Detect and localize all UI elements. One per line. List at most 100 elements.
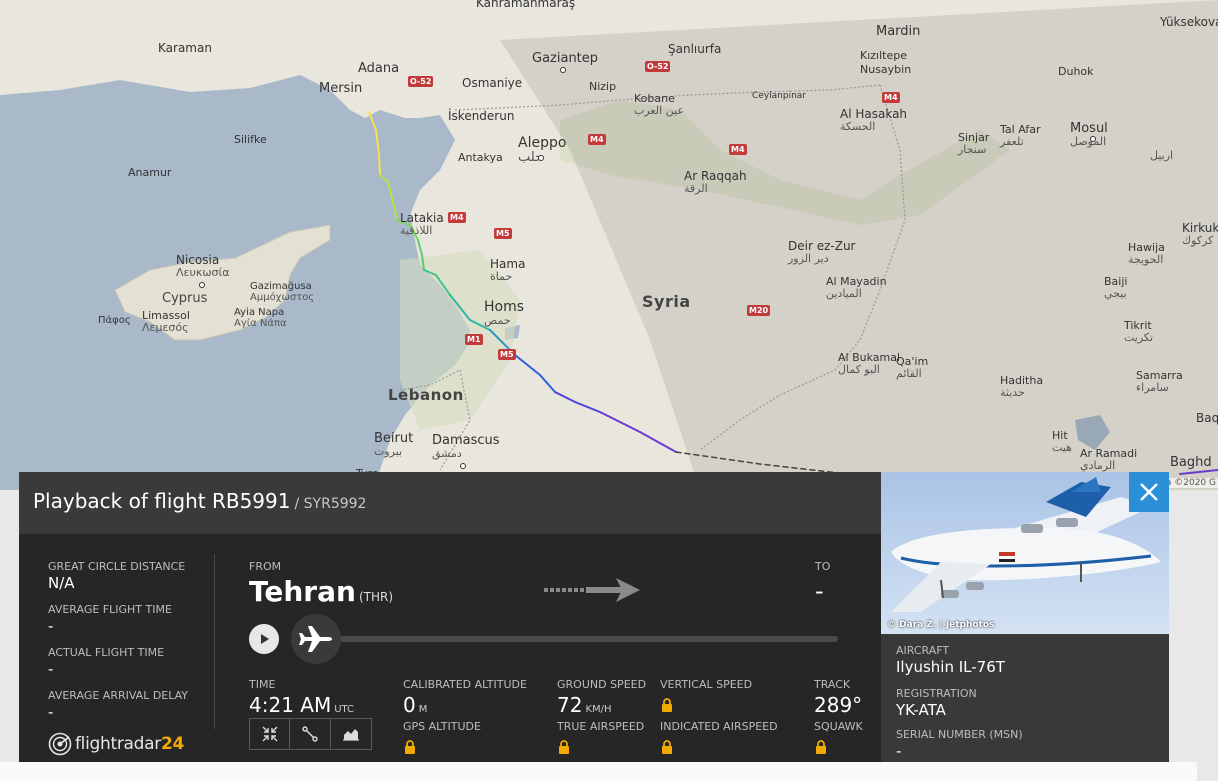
aircraft-type-value[interactable]: Ilyushin IL-76T: [896, 658, 1005, 676]
ground-speed-text: 72: [557, 693, 583, 717]
map-label-haditha-ar: حديثة: [1000, 385, 1025, 399]
map-label-latakia-ar: اللاذقية: [400, 223, 433, 237]
city-dot-nicosia: [199, 282, 205, 288]
aircraft-card: © Dara Z. | Jetphotos AIRCRAFT Ilyushin …: [881, 472, 1169, 781]
road-m4-a: M4: [588, 134, 606, 145]
map-label-gazimagusa-ar: Αμμόχωστος: [250, 291, 315, 303]
map-label-latakia: Latakia اللاذقية: [400, 212, 444, 236]
map-label-yuksekova: Yüksekova: [1160, 15, 1218, 29]
city-dot-damascus: [460, 463, 466, 469]
aircraft-illustration: [891, 477, 1161, 612]
time-label: TIME: [249, 678, 276, 691]
map-label-mosul-name: Mosul: [1070, 121, 1108, 136]
map-label-karaman: Karaman: [158, 41, 212, 55]
lock-icon[interactable]: [814, 739, 828, 758]
stat-label: AVERAGE ARRIVAL DELAY: [48, 689, 189, 702]
aircraft-type-label: AIRCRAFT: [896, 644, 950, 657]
metric-indicated-airspeed: INDICATED AIRSPEED: [660, 720, 778, 758]
ground-speed-label: GROUND SPEED: [557, 678, 647, 691]
fit-view-button[interactable]: [249, 718, 290, 750]
map-label-alhasakah-ar: الحسكة: [840, 119, 876, 133]
stat-average-flight-time: AVERAGE FLIGHT TIME -: [48, 603, 198, 646]
logo-word: flightradar: [75, 734, 161, 754]
aircraft-msn: SERIAL NUMBER (MSN) -: [896, 728, 1023, 760]
metric-time: TIME 4:21 AM UTC: [249, 678, 354, 717]
road-m4-d: M4: [448, 212, 466, 223]
airplane-icon: [299, 626, 332, 652]
map-label-mersin: Mersin: [319, 81, 363, 96]
metric-vertical-speed: VERTICAL SPEED: [660, 678, 752, 716]
lock-icon[interactable]: [660, 739, 674, 758]
road-m5-b: M5: [498, 349, 516, 360]
map-label-samarra-ar: سامراء: [1136, 380, 1169, 394]
gps-alt-label: GPS ALTITUDE: [403, 720, 481, 733]
map-label-mardin: Mardin: [876, 24, 921, 39]
route-button[interactable]: [290, 718, 331, 750]
city-dot-aleppo: [538, 155, 544, 161]
playback-progress-track[interactable]: [309, 636, 838, 642]
map-label-hawija-ar: الحويجة: [1128, 252, 1164, 266]
flightradar24-logo[interactable]: flightradar24: [48, 732, 184, 756]
play-button[interactable]: [249, 624, 279, 654]
map-label-damascus-name: Damascus: [432, 433, 500, 448]
map-label-gazimagusa: Gazimağusa Αμμόχωστος: [250, 281, 315, 303]
bottom-strip: [0, 762, 1197, 781]
flight-title: Playback of flight RB5991: [33, 489, 291, 513]
registration-label: REGISTRATION: [896, 687, 977, 700]
altitude-graph-button[interactable]: [331, 718, 372, 750]
map-label-tikrit-ar: تكريت: [1124, 330, 1154, 344]
to-city: -: [815, 577, 824, 605]
lock-icon[interactable]: [557, 739, 571, 758]
from-label: FROM: [249, 560, 282, 573]
map-label-nicosia: Nicosia Λευκωσία: [176, 254, 229, 278]
map-label-ayianapa: Ayia Napa Αγία Νάπα: [234, 307, 287, 329]
lock-icon[interactable]: [403, 739, 417, 758]
ground-speed-unit: KM/H: [585, 704, 612, 715]
aircraft-photo[interactable]: © Dara Z. | Jetphotos: [881, 472, 1169, 634]
photo-credit[interactable]: © Dara Z. | Jetphotos: [887, 620, 994, 630]
time-value: 4:21 AM UTC: [249, 693, 354, 717]
compress-icon: [262, 726, 277, 742]
map-label-damascus: Damascus دمشق: [432, 434, 500, 459]
map[interactable]: Kahramanmaraş Yüksekova Mardin Kızıltepe…: [0, 0, 1218, 490]
map-label-sinjar: Sinjar سنجار: [958, 132, 989, 155]
city-dot-gaziantep: [560, 67, 566, 73]
map-label-limassol-ar: Λεμεσός: [142, 320, 189, 334]
map-label-almayadin: Al Mayadin الميادين: [826, 276, 887, 299]
time-text: 4:21 AM: [249, 693, 332, 717]
map-label-kirkuk-name: Kirkuk: [1182, 221, 1218, 235]
stat-average-arrival-delay: AVERAGE ARRIVAL DELAY -: [48, 689, 198, 732]
map-label-ramadi: Ar Ramadi الرمادي: [1080, 448, 1137, 471]
map-label-nicosia-ar: Λευκωσία: [176, 265, 230, 279]
map-label-alhasakah-name: Al Hasakah: [840, 107, 908, 121]
road-m5-a: M5: [494, 228, 512, 239]
map-label-hit: Hit هيت: [1052, 430, 1072, 453]
lock-icon[interactable]: [660, 697, 674, 716]
map-label-ayianapa-name: Ayia Napa: [234, 307, 285, 318]
map-label-gaziantep: Gaziantep: [532, 51, 599, 66]
map-label-qaim: Qa'im القائم: [896, 356, 928, 379]
registration-value[interactable]: YK-ATA: [896, 701, 977, 719]
graph-icon: [343, 729, 359, 741]
map-label-deirezzur-name: Deir ez-Zur: [788, 239, 856, 253]
close-button[interactable]: [1129, 472, 1169, 512]
road-m1: M1: [465, 334, 483, 345]
map-label-hit-ar: هيت: [1052, 440, 1072, 454]
map-label-nicosia-name: Nicosia: [176, 253, 220, 267]
map-label-beirut-name: Beirut: [374, 431, 414, 446]
map-label-ayianapa-ar: Αγία Νάπα: [234, 317, 287, 329]
map-label-homs: Homs حمص: [484, 300, 524, 326]
cal-alt-label: CALIBRATED ALTITUDE: [403, 678, 527, 691]
map-label-syria: Syria: [642, 292, 691, 311]
map-label-paphos: Πάφος: [98, 315, 131, 326]
map-label-kiziltepe: Kızıltepe: [860, 49, 907, 62]
aircraft-type: AIRCRAFT Ilyushin IL-76T: [896, 644, 1005, 676]
map-label-ramadi-ar: الرمادي: [1080, 458, 1116, 472]
road-m4-b: M4: [729, 144, 747, 155]
playback-scrubber[interactable]: [291, 614, 341, 664]
metric-calibrated-altitude: CALIBRATED ALTITUDE 0M: [403, 678, 527, 717]
map-label-baghdad: Baghd: [1170, 455, 1212, 470]
map-label-mosul-ar: الموصل: [1070, 134, 1107, 148]
msn-label: SERIAL NUMBER (MSN): [896, 728, 1023, 741]
road-o52-b: O-52: [645, 61, 671, 72]
